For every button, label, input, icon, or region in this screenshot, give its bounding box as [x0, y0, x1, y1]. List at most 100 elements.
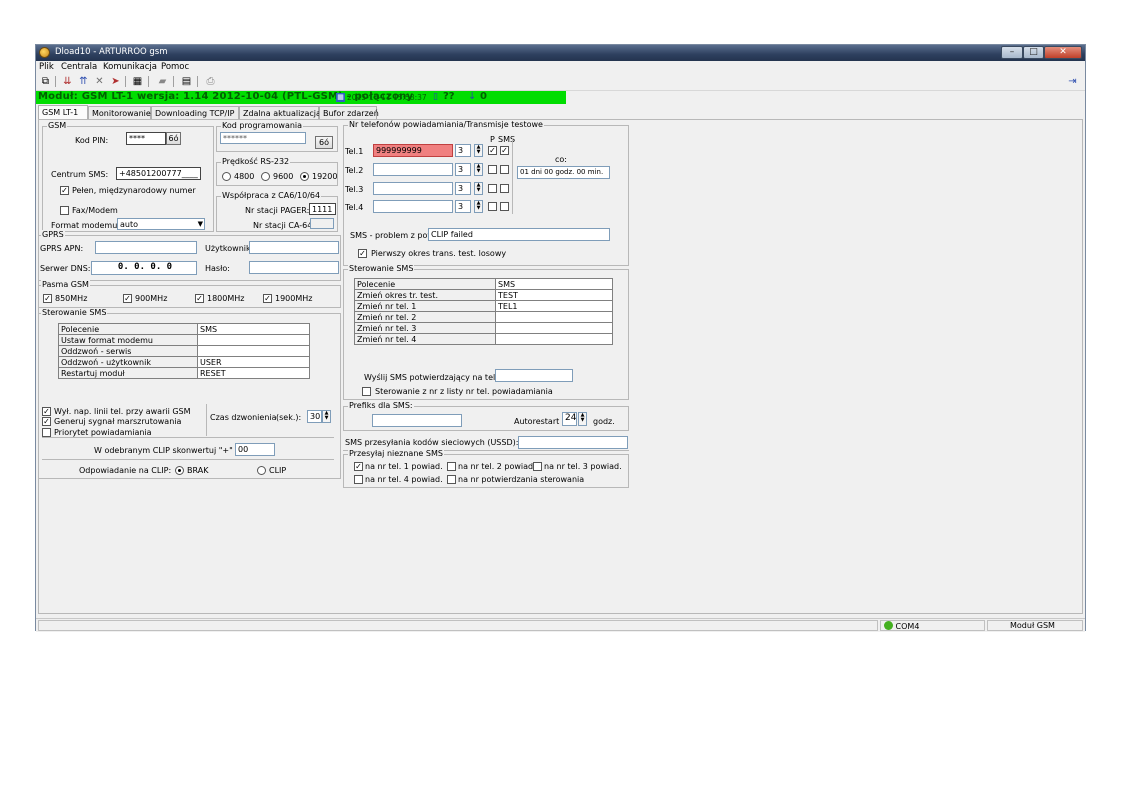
prefix-input[interactable] [372, 414, 462, 427]
tab-event-buffer[interactable]: Bufor zdarzeń [319, 106, 379, 119]
write-icon[interactable]: ⇈ [77, 75, 90, 88]
priority-checkbox[interactable] [42, 428, 51, 437]
table-row[interactable]: Restartuj moduł RESET [58, 367, 310, 379]
pin-show-button[interactable]: 6ó [166, 132, 181, 145]
tel4-input[interactable] [373, 200, 453, 213]
table-row[interactable]: Zmień okres tr. test. TEST [354, 289, 613, 301]
tel2-sms-checkbox[interactable] [500, 165, 509, 174]
tab-downloading[interactable]: Downloading TCP/IP [151, 106, 239, 119]
minimize-button[interactable]: – [1001, 46, 1023, 59]
clip-clip-radio[interactable] [257, 466, 266, 475]
tel1-spin-button[interactable]: ▲ ▼ [474, 144, 483, 157]
menu-pomoc[interactable]: Pomoc [161, 62, 189, 72]
unknown-tel3-checkbox[interactable] [533, 462, 542, 471]
code-show-button[interactable]: 6ó [315, 136, 333, 149]
tab-gsm-lt1[interactable]: GSM LT-1 [38, 105, 88, 119]
eraser-icon[interactable]: ▰ [156, 75, 169, 88]
pager-input[interactable]: 1111 [309, 203, 336, 215]
band-900-checkbox[interactable]: ✓ [123, 294, 132, 303]
tel3-count[interactable]: 3 [455, 182, 471, 195]
exit-icon[interactable]: ⇥ [1066, 75, 1079, 88]
sms-cell[interactable] [495, 322, 613, 334]
connect-icon[interactable]: ➤ [109, 75, 122, 88]
full-intl-checkbox[interactable]: ✓ [60, 186, 69, 195]
close-button[interactable]: ✕ [1044, 46, 1082, 59]
ring-input[interactable]: 30 [307, 410, 322, 423]
ring-spin-button[interactable]: ▲ ▼ [322, 410, 331, 423]
sms-cell[interactable]: RESET [197, 367, 310, 379]
interval-input[interactable]: 01 dni 00 godz. 00 min. [517, 166, 610, 179]
fax-checkbox[interactable] [60, 206, 69, 215]
table-row[interactable]: Zmień nr tel. 3 [354, 322, 613, 334]
line-fail-checkbox[interactable]: ✓ [42, 407, 51, 416]
code-input[interactable]: ****** [220, 132, 306, 144]
pin-input[interactable]: **** [126, 132, 166, 145]
table-row[interactable]: Ustaw format modemu [58, 334, 310, 346]
unknown-tel2-checkbox[interactable] [447, 462, 456, 471]
unknown-confirm-checkbox[interactable] [447, 475, 456, 484]
read-icon[interactable]: ⇊ [61, 75, 74, 88]
autorestart-spin-button[interactable]: ▲ ▼ [578, 412, 587, 426]
tab-remote-update[interactable]: Zdalna aktualizacja [239, 106, 321, 119]
baud-19200-radio[interactable] [300, 172, 309, 181]
tel2-input[interactable] [373, 163, 453, 176]
band-1900-checkbox[interactable]: ✓ [263, 294, 272, 303]
send-confirm-input[interactable] [495, 369, 573, 382]
first-random-checkbox[interactable]: ✓ [358, 249, 367, 258]
tel1-p-checkbox[interactable]: ✓ [488, 146, 497, 155]
table-row[interactable]: Zmień nr tel. 1 TEL1 [354, 300, 613, 312]
table-row[interactable]: Oddzwoń - serwis [58, 345, 310, 357]
sms-cell[interactable]: USER [197, 356, 310, 368]
sms-cell[interactable] [197, 334, 310, 346]
save-icon[interactable]: ▤ [180, 75, 193, 88]
tel4-p-checkbox[interactable] [488, 202, 497, 211]
baud-4800-radio[interactable] [222, 172, 231, 181]
sms-cell[interactable]: TEST [495, 289, 613, 301]
print-icon[interactable]: ⎙ [204, 75, 217, 88]
modem-format-select[interactable]: auto ▼ [117, 218, 205, 230]
ca64-input[interactable] [310, 218, 334, 229]
apn-input[interactable] [95, 241, 197, 254]
stop-icon[interactable]: ✕ [93, 75, 106, 88]
tel4-count[interactable]: 3 [455, 200, 471, 213]
tab-monitoring[interactable]: Monitorowanie [88, 106, 151, 119]
unknown-tel1-checkbox[interactable]: ✓ [354, 462, 363, 471]
table-row[interactable]: Zmień nr tel. 2 [354, 311, 613, 323]
tel2-spin-button[interactable]: ▲ ▼ [474, 163, 483, 176]
tel3-p-checkbox[interactable] [488, 184, 497, 193]
tel4-spin-button[interactable]: ▲ ▼ [474, 200, 483, 213]
gen-signal-checkbox[interactable]: ✓ [42, 417, 51, 426]
autorestart-input[interactable]: 24 [562, 412, 577, 426]
from-list-checkbox[interactable] [362, 387, 371, 396]
copy-icon[interactable]: ⧉ [39, 75, 52, 88]
calculator-icon[interactable]: ▦ [131, 75, 144, 88]
sms-center-input[interactable]: +48501200777____ [116, 167, 201, 180]
tel1-input[interactable]: 999999999 [373, 144, 453, 157]
table-row[interactable]: Zmień nr tel. 4 [354, 333, 613, 345]
tel2-count[interactable]: 3 [455, 163, 471, 176]
problem-input[interactable]: CLIP failed [428, 228, 610, 241]
user-input[interactable] [249, 241, 339, 254]
tel3-input[interactable] [373, 182, 453, 195]
clip-brak-radio[interactable] [175, 466, 184, 475]
clip-convert-input[interactable]: 00 [235, 443, 275, 456]
band-1800-checkbox[interactable]: ✓ [195, 294, 204, 303]
dns-input[interactable]: 0. 0. 0. 0 [91, 261, 197, 275]
tel3-sms-checkbox[interactable] [500, 184, 509, 193]
menu-plik[interactable]: Plik [39, 62, 54, 72]
maximize-button[interactable]: □ [1023, 46, 1044, 59]
unknown-tel4-checkbox[interactable] [354, 475, 363, 484]
sms-cell[interactable] [197, 345, 310, 357]
band-850-checkbox[interactable]: ✓ [43, 294, 52, 303]
sms-cell[interactable] [495, 333, 613, 345]
tel3-spin-button[interactable]: ▲ ▼ [474, 182, 483, 195]
password-input[interactable] [249, 261, 339, 274]
tel2-p-checkbox[interactable] [488, 165, 497, 174]
sms-cell[interactable]: TEL1 [495, 300, 613, 312]
tel1-sms-checkbox[interactable]: ✓ [500, 146, 509, 155]
baud-9600-radio[interactable] [261, 172, 270, 181]
tel1-count[interactable]: 3 [455, 144, 471, 157]
table-row[interactable]: Oddzwoń - użytkownik USER [58, 356, 310, 368]
tel4-sms-checkbox[interactable] [500, 202, 509, 211]
ussd-input[interactable] [518, 436, 628, 449]
